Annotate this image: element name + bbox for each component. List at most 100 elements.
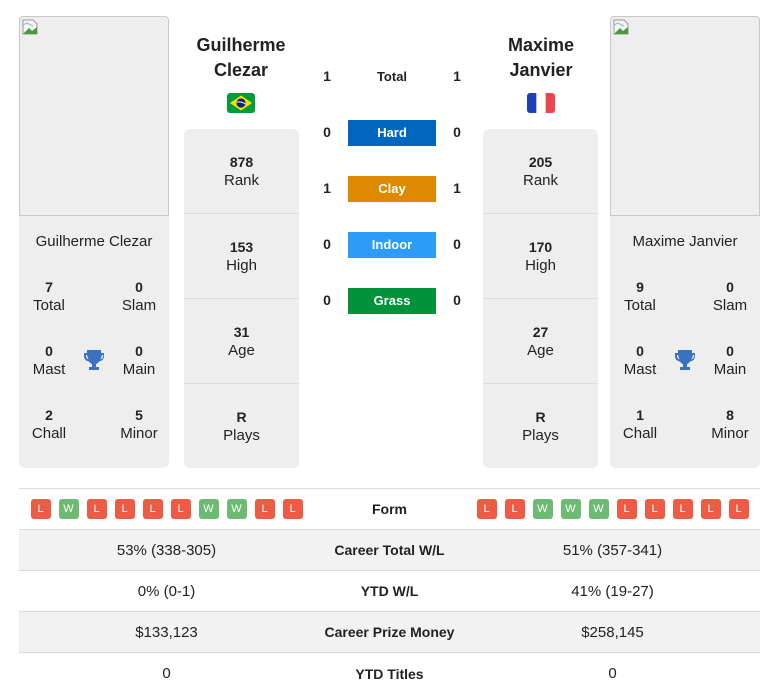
right-value: 51% (357-341) [562,541,663,559]
form-badges-left: LWLLLLWWLL [19,499,314,519]
form-badge-loss[interactable]: L [30,499,51,519]
form-badge-loss[interactable]: L [254,499,275,519]
player-photo-left [19,16,169,216]
form-badge-loss[interactable]: L [142,499,163,519]
form-badge-win[interactable]: W [226,499,247,519]
form-badge-loss[interactable]: L [672,499,693,519]
left-value: $133,123 [135,623,198,641]
form-badge-loss[interactable]: L [476,499,497,519]
trophy-icon [84,350,104,370]
form-badge-win[interactable]: W [532,499,553,519]
form-badge-win[interactable]: W [198,499,219,519]
h2h-right-count: 0 [453,124,461,140]
plays-stat: R Plays [223,409,260,444]
comparison-table: LWLLLLWWLL Form LLWWWLLLLL 53% (338-305)… [19,488,760,694]
form-badge-loss[interactable]: L [616,499,637,519]
table-row: 0% (0-1) YTD W/L 41% (19-27) [19,571,760,612]
player-name[interactable]: Guilherme Clezar [19,233,169,250]
table-row: 53% (338-305) Career Total W/L 51% (357-… [19,530,760,571]
player-name-line1[interactable]: Guilherme [176,33,306,58]
left-value: 0% (0-1) [137,582,196,600]
h2h-right-count: 0 [453,236,461,252]
right-value: 41% (19-27) [571,582,654,600]
player-header-left: Guilherme Clezar [176,33,306,113]
h2h-left-count: 1 [323,180,331,196]
player-name-line2[interactable]: Janvier [476,58,606,83]
titles-chall: 1 Chall [622,407,658,442]
h2h-clay-row: 1 Clay 1 [312,176,472,202]
surface-badge-hard[interactable]: Hard [348,120,436,146]
h2h-grass-row: 0 Grass 0 [312,288,472,314]
broken-image-icon [613,19,629,35]
plays-stat: R Plays [522,409,559,444]
row-label: Career Prize Money [324,624,455,640]
h2h-right-count: 0 [453,292,461,308]
titles-total: 7 Total [33,279,65,314]
high-stat: 153 High [184,214,299,299]
row-label: Form [372,501,407,517]
form-badges-right: LLWWWLLLLL [465,499,760,519]
form-badge-loss[interactable]: L [114,499,135,519]
player-name-line2[interactable]: Clezar [176,58,306,83]
right-value: 0 [608,665,617,682]
h2h-total-label: Total [376,69,408,84]
broken-image-icon [22,19,38,35]
titles-chall: 2 Chall [31,407,67,442]
form-badge-loss[interactable]: L [86,499,107,519]
h2h-left-count: 1 [323,68,331,84]
info-card-right: 205 Rank 170 High 27 Age R Plays [483,129,598,468]
form-badge-loss[interactable]: L [644,499,665,519]
form-badge-loss[interactable]: L [504,499,525,519]
player-name-line1[interactable]: Maxime [476,33,606,58]
form-badge-win[interactable]: W [560,499,581,519]
player-header-right: Maxime Janvier [476,33,606,113]
h2h-left-count: 0 [323,236,331,252]
age-stat: 31 Age [184,299,299,384]
titles-slam: 0 Slam [712,279,748,314]
age-stat: 27 Age [483,299,598,384]
titles-card-left: Guilherme Clezar 7 Total 0 Slam 0 Mast 0… [19,216,169,468]
titles-mast: 0 Mast [623,343,657,378]
form-badge-loss[interactable]: L [282,499,303,519]
h2h-total-row: 1 Total 1 [312,64,472,90]
h2h-right-count: 1 [453,180,461,196]
titles-minor: 5 Minor [120,407,158,442]
france-flag-icon [527,93,555,113]
titles-card-right: Maxime Janvier 9 Total 0 Slam 0 Mast 0 M… [610,216,760,468]
form-badge-loss[interactable]: L [170,499,191,519]
h2h-left-count: 0 [323,292,331,308]
left-value: 0 [162,665,171,682]
form-row: LWLLLLWWLL Form LLWWWLLLLL [19,489,760,530]
surface-badge-indoor[interactable]: Indoor [348,232,436,258]
table-row: $133,123 Career Prize Money $258,145 [19,612,760,653]
titles-mast: 0 Mast [32,343,66,378]
titles-main: 0 Main [122,343,156,378]
right-value: $258,145 [581,623,644,641]
h2h-right-count: 1 [453,68,461,84]
h2h-hard-row: 0 Hard 0 [312,120,472,146]
form-badge-win[interactable]: W [588,499,609,519]
trophy-icon [675,350,695,370]
rank-stat: 205 Rank [483,129,598,214]
row-label: YTD Titles [355,665,424,682]
titles-minor: 8 Minor [711,407,749,442]
titles-slam: 0 Slam [121,279,157,314]
row-label: Career Total W/L [334,542,445,558]
titles-main: 0 Main [713,343,747,378]
surface-badge-clay[interactable]: Clay [348,176,436,202]
player-name[interactable]: Maxime Janvier [610,233,760,250]
info-card-left: 878 Rank 153 High 31 Age R Plays [184,129,299,468]
high-stat: 170 High [483,214,598,299]
rank-stat: 878 Rank [184,129,299,214]
brazil-flag-icon [227,93,255,113]
h2h-indoor-row: 0 Indoor 0 [312,232,472,258]
form-badge-loss[interactable]: L [700,499,721,519]
row-label: YTD W/L [360,583,419,599]
left-value: 53% (338-305) [116,541,217,559]
h2h-left-count: 0 [323,124,331,140]
form-badge-win[interactable]: W [58,499,79,519]
titles-total: 9 Total [624,279,656,314]
form-badge-loss[interactable]: L [728,499,749,519]
player-photo-right [610,16,760,216]
surface-badge-grass[interactable]: Grass [348,288,436,314]
